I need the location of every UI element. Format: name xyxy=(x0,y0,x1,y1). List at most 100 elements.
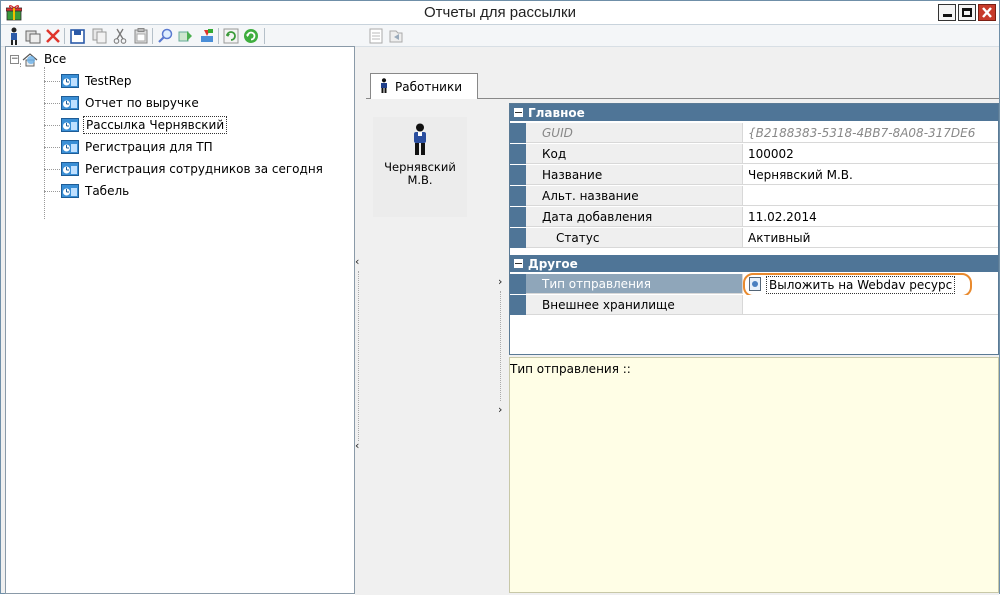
export-icon[interactable] xyxy=(387,27,405,45)
collapse-left-icon[interactable]: ‹ xyxy=(355,255,359,268)
copy-icon[interactable] xyxy=(90,27,108,45)
toolbar-separator xyxy=(218,28,219,44)
collapse-icon[interactable] xyxy=(514,108,523,117)
splitter-grip xyxy=(358,271,359,441)
tree-item[interactable]: Регистрация сотрудников за сегодня xyxy=(44,159,325,179)
tree-item[interactable]: TestRep xyxy=(44,71,133,91)
tree-line xyxy=(44,81,60,82)
collapse-icon[interactable]: − xyxy=(10,54,19,64)
window-title: Отчеты для рассылки xyxy=(424,4,576,21)
property-name: Дата добавления xyxy=(526,207,743,227)
tree-line xyxy=(44,125,60,126)
property-row-send-type[interactable]: Тип отправления Выложить на Webdav ресур… xyxy=(510,273,998,297)
tree-line xyxy=(44,191,60,192)
tab-border xyxy=(478,98,999,99)
tree-pane[interactable]: − Все TestRep Отчет по выручке Рассылка … xyxy=(5,46,355,594)
property-gutter xyxy=(510,228,526,248)
report-icon xyxy=(61,118,79,132)
property-value[interactable] xyxy=(743,295,998,315)
property-gutter xyxy=(510,207,526,227)
sync-icon[interactable] xyxy=(242,27,260,45)
import-icon[interactable] xyxy=(198,27,216,45)
home-icon xyxy=(22,52,38,67)
property-row-code[interactable]: Код 100002 xyxy=(510,144,998,164)
tree-item[interactable]: Отчет по выручке xyxy=(44,93,201,113)
property-value[interactable] xyxy=(743,186,998,206)
expand-right-icon[interactable]: › xyxy=(498,403,502,416)
maximize-button[interactable] xyxy=(958,4,976,21)
category-main-label: Главное xyxy=(528,105,585,120)
category-main[interactable]: Главное xyxy=(510,104,998,121)
minimize-button[interactable] xyxy=(938,4,956,21)
employee-icon xyxy=(379,77,389,96)
save-icon[interactable] xyxy=(68,27,86,45)
property-row-name[interactable]: Название Чернявский М.В. xyxy=(510,165,998,185)
minimize-icon xyxy=(943,14,952,17)
property-grid[interactable]: Главное GUID {B2188383-5318-4BB7-8A08-31… xyxy=(509,103,999,355)
cut-icon[interactable] xyxy=(111,27,129,45)
property-row-alt-name[interactable]: Альт. название xyxy=(510,186,998,206)
app-window: Отчеты для рассылки − Все TestRep Отчет … xyxy=(0,0,1000,595)
tree-line xyxy=(44,169,60,170)
property-gutter xyxy=(510,274,526,294)
collapse-left-icon[interactable]: ‹ xyxy=(355,439,359,452)
tree-item[interactable]: Табель xyxy=(44,181,131,201)
expand-right-icon[interactable]: › xyxy=(498,275,502,288)
send-type-dropdown[interactable]: Выложить на Webdav ресурс xyxy=(743,273,972,297)
search-icon[interactable] xyxy=(156,27,174,45)
tree-item-label: Регистрация для ТП xyxy=(85,140,213,154)
tree-root[interactable]: − Все xyxy=(10,49,68,69)
property-name: GUID xyxy=(526,123,743,143)
filter-icon[interactable] xyxy=(177,27,195,45)
delete-icon[interactable] xyxy=(44,27,62,45)
send-type-value: Выложить на Webdav ресурс xyxy=(766,276,956,294)
property-gutter xyxy=(510,165,526,185)
property-name: Название xyxy=(526,165,743,185)
title-bar[interactable]: Отчеты для рассылки xyxy=(1,1,999,25)
report-icon xyxy=(61,74,79,88)
property-name: Внешнее хранилище xyxy=(526,295,743,315)
report-icon xyxy=(61,140,79,154)
tree-root-label: Все xyxy=(44,52,67,66)
left-splitter[interactable]: ‹ ‹ xyxy=(355,47,363,595)
tree-item[interactable]: Регистрация для ТП xyxy=(44,137,215,157)
paste-icon[interactable] xyxy=(132,27,150,45)
property-row-date-added[interactable]: Дата добавления 11.02.2014 xyxy=(510,207,998,227)
list-icon[interactable] xyxy=(367,27,385,45)
property-name: Статус xyxy=(526,228,743,248)
refresh-icon[interactable] xyxy=(222,27,240,45)
toolbar-separator xyxy=(264,28,265,44)
tree-item-selected[interactable]: Рассылка Чернявский xyxy=(44,115,228,135)
property-value[interactable]: 100002 xyxy=(743,144,998,164)
employee-card[interactable]: Чернявский М.В. xyxy=(373,117,467,217)
toolbar xyxy=(1,25,999,47)
property-value[interactable]: Активный xyxy=(743,228,998,248)
help-pane: Тип отправления :: xyxy=(509,357,999,593)
property-value[interactable]: Чернявский М.В. xyxy=(743,165,998,185)
property-gutter xyxy=(510,144,526,164)
webdav-icon xyxy=(749,276,761,294)
middle-splitter[interactable]: › › xyxy=(497,101,505,595)
employee-avatar-icon xyxy=(414,123,426,155)
toolbar-separator xyxy=(152,28,153,44)
property-row-external-storage[interactable]: Внешнее хранилище xyxy=(510,295,998,315)
close-icon xyxy=(982,7,992,18)
add-employee-icon[interactable] xyxy=(5,27,23,45)
property-name: Альт. название xyxy=(526,186,743,206)
property-name: Код xyxy=(526,144,743,164)
tree-line xyxy=(44,103,60,104)
close-button[interactable] xyxy=(978,4,996,21)
report-icon xyxy=(61,184,79,198)
tab-employees[interactable]: Работники xyxy=(370,73,478,99)
property-gutter xyxy=(510,123,526,143)
category-other[interactable]: Другое xyxy=(510,255,998,272)
tree-item-label: Рассылка Чернявский xyxy=(83,116,228,134)
tree-item-label: Отчет по выручке xyxy=(85,96,199,110)
property-row-guid[interactable]: GUID {B2188383-5318-4BB7-8A08-317DE6 xyxy=(510,123,998,143)
copy-window-icon[interactable] xyxy=(24,27,42,45)
property-value[interactable]: 11.02.2014 xyxy=(743,207,998,227)
property-row-status[interactable]: Статус Активный xyxy=(510,228,998,248)
collapse-icon[interactable] xyxy=(514,259,523,268)
tree-line xyxy=(44,147,60,148)
tab-employees-label: Работники xyxy=(395,79,463,94)
